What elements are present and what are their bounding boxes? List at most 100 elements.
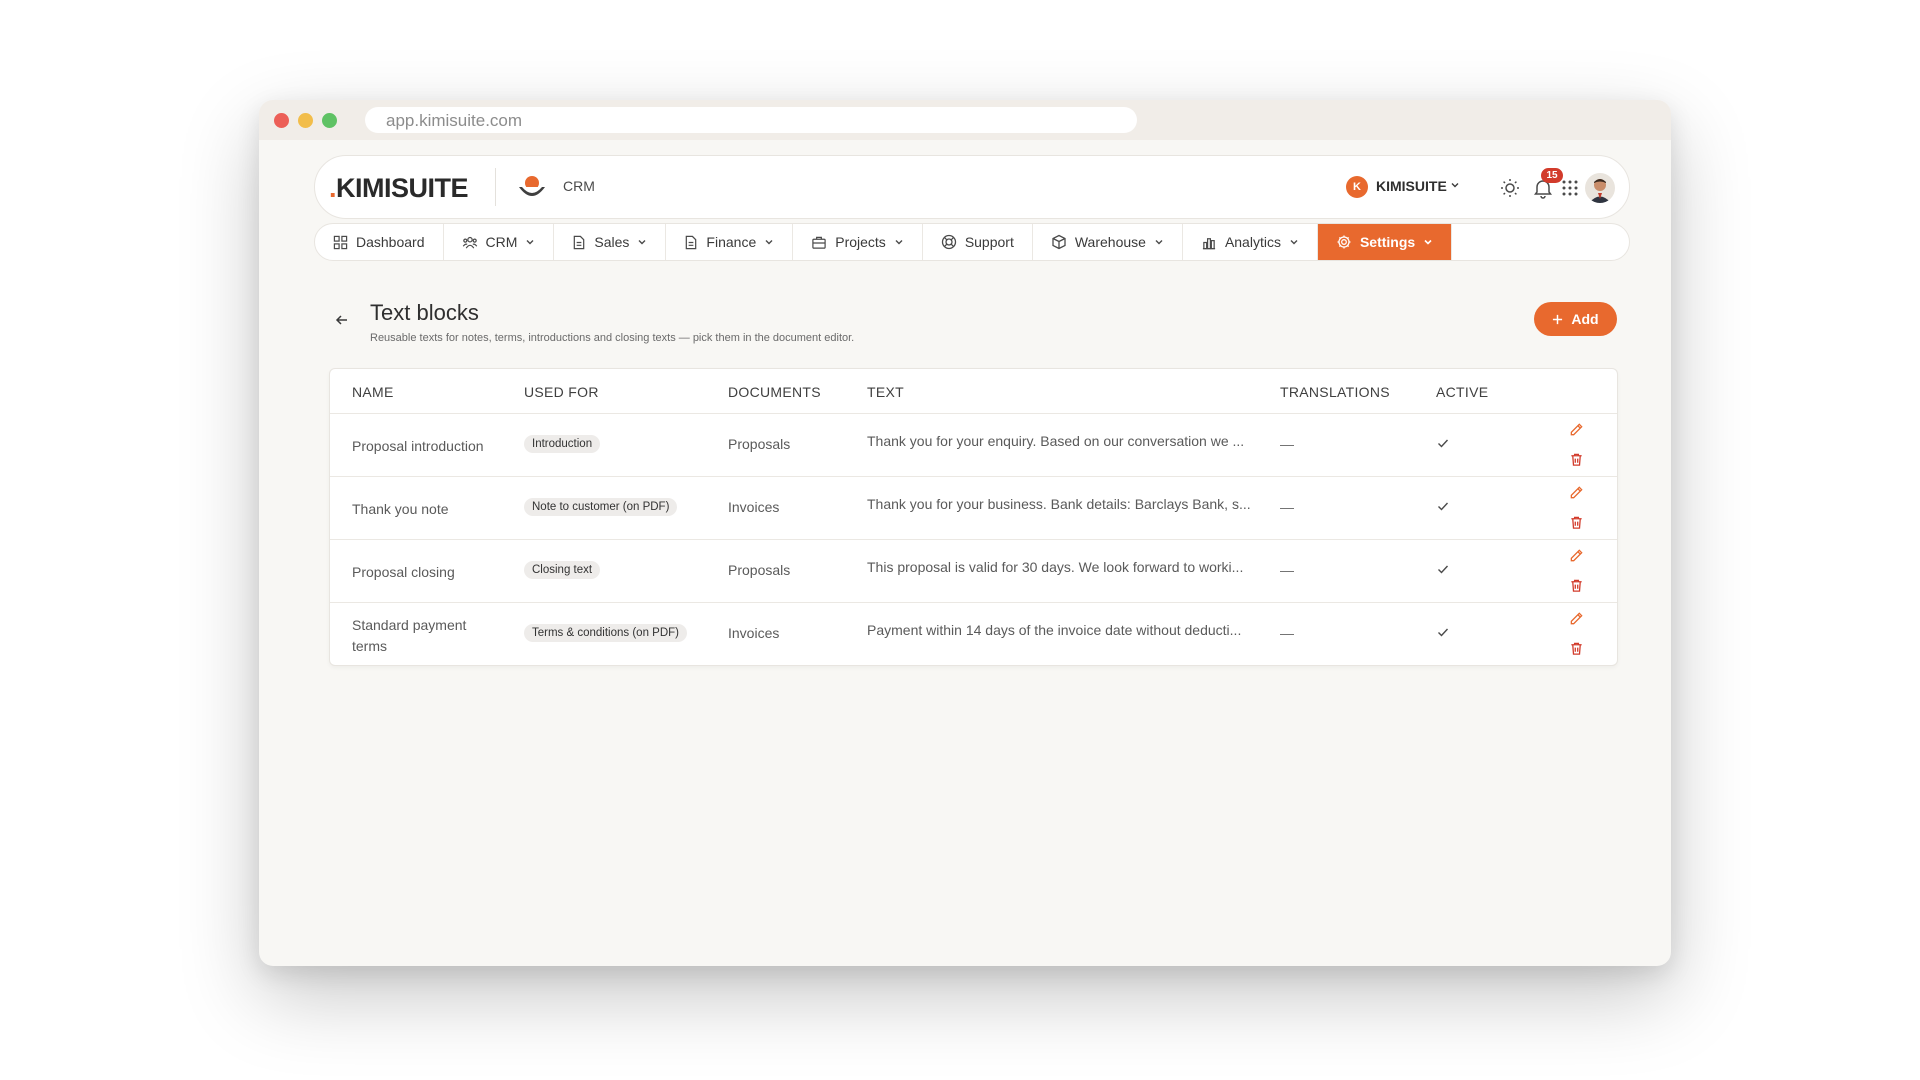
nav-label: Sales: [594, 234, 630, 250]
chevron-down-icon: [526, 240, 534, 245]
used-for-badge: Introduction: [524, 435, 601, 453]
edit-pencil-icon[interactable]: [1569, 422, 1584, 437]
logo[interactable]: .KIMISUITE: [329, 173, 469, 204]
chevron-down-icon: [765, 240, 773, 245]
nav-item-settings[interactable]: Settings: [1317, 224, 1453, 260]
table-row[interactable]: Standard payment terms Terms & condition…: [330, 603, 1617, 666]
nav-item-warehouse[interactable]: Warehouse: [1033, 224, 1183, 260]
row-text: This proposal is valid for 30 days. We l…: [867, 559, 1244, 575]
chevron-down-icon[interactable]: [1450, 180, 1460, 190]
org-avatar: K: [1346, 176, 1368, 198]
nav-label: Settings: [1359, 234, 1416, 250]
chevron-down-icon: [1155, 240, 1163, 245]
nav-item-analytics[interactable]: Analytics: [1183, 224, 1318, 260]
row-name: Proposal closing: [352, 564, 455, 580]
nav-label: Warehouse: [1074, 234, 1146, 250]
gear-icon: [1337, 235, 1351, 249]
edit-pencil-icon[interactable]: [1569, 485, 1584, 500]
column-header-used-for[interactable]: USED FOR: [524, 384, 599, 400]
column-header-name[interactable]: NAME: [352, 384, 394, 400]
check-icon: [1438, 628, 1449, 637]
trash-icon[interactable]: [1569, 515, 1584, 530]
crm-app-icon: [519, 176, 545, 196]
check-icon: [1438, 439, 1449, 448]
nav-item-crm[interactable]: CRM: [444, 224, 555, 260]
plus-icon: [1553, 314, 1563, 324]
add-button-label: Add: [1571, 311, 1599, 327]
org-switcher[interactable]: KIMISUITE: [1376, 178, 1447, 194]
close-window-button[interactable]: [274, 113, 289, 128]
row-text: Payment within 14 days of the invoice da…: [867, 622, 1242, 638]
app-label: CRM: [563, 178, 595, 194]
row-name: Standard payment terms: [352, 617, 467, 654]
row-documents: Invoices: [728, 625, 780, 641]
nav-item-finance[interactable]: Finance: [666, 224, 794, 260]
edit-pencil-icon[interactable]: [1569, 611, 1584, 626]
browser-window: app.kimisuite.com .KIMISUITE CRM K KIMIS…: [259, 100, 1671, 966]
nav-label: Dashboard: [356, 234, 425, 250]
logo-dot: .: [329, 173, 337, 203]
nav-label: CRM: [485, 234, 518, 250]
nav-item-support[interactable]: Support: [923, 224, 1033, 260]
nav-item-sales[interactable]: Sales: [554, 224, 667, 260]
nav-item-dashboard[interactable]: Dashboard: [315, 224, 444, 260]
main-nav: Dashboard CRM Sales Finance Projects Sup…: [314, 223, 1630, 261]
row-text: Thank you for your enquiry. Based on our…: [867, 433, 1245, 449]
table-header: NAME USED FOR DOCUMENTS TEXT TRANSLATION…: [330, 369, 1617, 414]
chevron-down-icon: [1424, 239, 1432, 245]
bar-chart-icon: [1202, 237, 1216, 249]
back-arrow-icon[interactable]: [334, 312, 350, 328]
table-row[interactable]: Proposal closing Closing text Proposals …: [330, 540, 1617, 603]
nav-label: Analytics: [1224, 234, 1281, 250]
top-bar: .KIMISUITE CRM K KIMISUITE 15: [314, 155, 1630, 219]
table-row[interactable]: Proposal introduction Introduction Propo…: [330, 414, 1617, 477]
apps-grid-icon[interactable]: [1558, 176, 1582, 200]
users-icon: [462, 236, 477, 248]
trash-icon[interactable]: [1569, 641, 1584, 656]
address-bar[interactable]: app.kimisuite.com: [365, 107, 1137, 133]
file-icon: [686, 235, 697, 249]
page-title: Text blocks: [370, 300, 479, 325]
add-button[interactable]: Add: [1534, 302, 1617, 336]
chevron-down-icon: [638, 240, 646, 245]
maximize-window-button[interactable]: [322, 113, 337, 128]
edit-pencil-icon[interactable]: [1569, 548, 1584, 563]
nav-label: Finance: [706, 234, 757, 250]
row-documents: Invoices: [728, 499, 780, 515]
row-documents: Proposals: [728, 562, 791, 578]
row-name: Thank you note: [352, 501, 449, 517]
check-icon: [1438, 565, 1449, 574]
browser-titlebar: app.kimisuite.com: [259, 100, 1671, 140]
table-row[interactable]: Thank you note Note to customer (on PDF)…: [330, 477, 1617, 540]
column-header-translations[interactable]: TRANSLATIONS: [1280, 384, 1390, 400]
text-blocks-table: NAME USED FOR DOCUMENTS TEXT TRANSLATION…: [329, 368, 1618, 666]
user-avatar[interactable]: [1585, 173, 1615, 203]
row-text: Thank you for your business. Bank detail…: [867, 496, 1251, 512]
chevron-down-icon: [1290, 240, 1298, 245]
row-translations: —: [1280, 499, 1294, 515]
sun-icon[interactable]: [1498, 176, 1522, 200]
row-name: Proposal introduction: [352, 438, 484, 454]
nav-label: Projects: [835, 234, 886, 250]
page-subtitle: Reusable texts for notes, terms, introdu…: [370, 332, 855, 344]
briefcase-icon: [812, 236, 826, 249]
trash-icon[interactable]: [1569, 578, 1584, 593]
minimize-window-button[interactable]: [298, 113, 313, 128]
row-translations: —: [1280, 562, 1294, 578]
row-translations: —: [1280, 625, 1294, 641]
lifebuoy-icon: [941, 234, 956, 250]
check-icon: [1438, 502, 1449, 511]
used-for-badge: Terms & conditions (on PDF): [524, 624, 687, 642]
nav-item-projects[interactable]: Projects: [793, 224, 923, 260]
column-header-text[interactable]: TEXT: [867, 384, 904, 400]
used-for-badge: Note to customer (on PDF): [524, 498, 678, 516]
trash-icon[interactable]: [1569, 452, 1584, 467]
used-for-badge: Closing text: [524, 561, 601, 579]
column-header-active[interactable]: ACTIVE: [1436, 384, 1488, 400]
grid-icon: [333, 235, 348, 249]
row-translations: —: [1280, 436, 1294, 452]
column-header-documents[interactable]: DOCUMENTS: [728, 384, 821, 400]
nav-label: Support: [964, 234, 1014, 250]
row-documents: Proposals: [728, 436, 791, 452]
divider: [495, 168, 496, 206]
